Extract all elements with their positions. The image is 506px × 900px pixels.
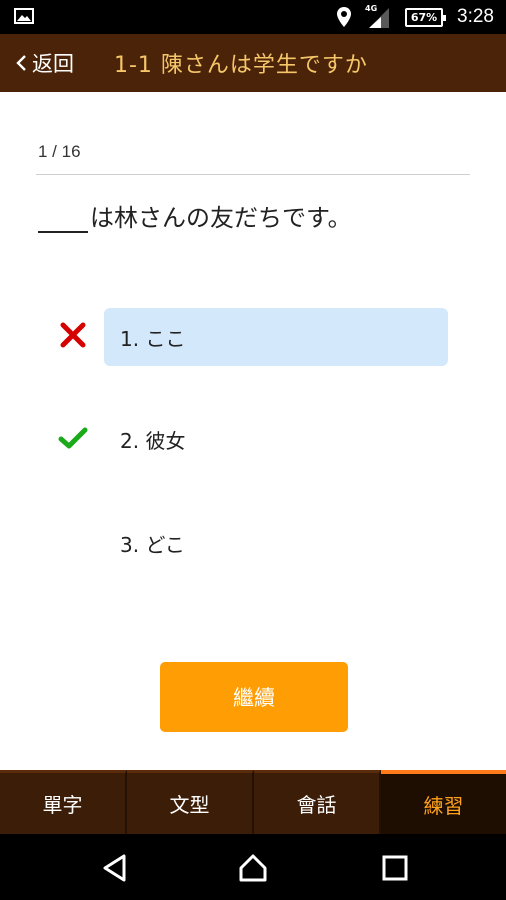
- divider: [36, 174, 470, 175]
- question-text: は林さんの友だちです。: [38, 198, 352, 233]
- choice-1[interactable]: 1. ここ: [104, 308, 448, 366]
- answer-blank: [38, 209, 88, 233]
- status-bar: 4G 67% 3:28: [0, 0, 506, 34]
- chevron-left-icon: [16, 55, 26, 71]
- choice-2[interactable]: 2. 彼女: [104, 410, 448, 468]
- home-icon[interactable]: [236, 851, 270, 885]
- tab-vocabulary-label: 單字: [42, 793, 83, 817]
- quiz-content: 1 / 16 は林さんの友だちです。 1. ここ 2. 彼女 3. どこ 繼續: [0, 92, 506, 770]
- tab-vocabulary[interactable]: 單字: [0, 770, 127, 834]
- check-icon: [58, 427, 88, 449]
- tab-bar: 單字 文型 會話 練習: [0, 770, 506, 834]
- tab-conversation-label: 會話: [296, 793, 337, 817]
- choice-3-label: 3. どこ: [120, 532, 185, 557]
- system-nav-bar: [0, 834, 506, 900]
- choice-3[interactable]: 3. どこ: [104, 514, 448, 572]
- page-title: 1-1 陳さんは学生ですか: [114, 53, 368, 78]
- tab-sentence-patterns[interactable]: 文型: [127, 770, 254, 834]
- question-progress: 1 / 16: [38, 142, 81, 161]
- question-sentence: は林さんの友だちです。: [90, 204, 352, 232]
- recents-icon[interactable]: [378, 851, 412, 885]
- choice-1-label: 1. ここ: [120, 326, 186, 351]
- location-icon: [337, 7, 352, 27]
- continue-button[interactable]: 繼續: [160, 662, 348, 732]
- tab-practice[interactable]: 練習: [381, 770, 506, 834]
- back-label: 返回: [32, 52, 74, 76]
- back-button[interactable]: 返回: [0, 34, 74, 92]
- choice-2-label: 2. 彼女: [120, 428, 186, 453]
- app-header: 返回 1-1 陳さんは学生ですか: [0, 34, 506, 92]
- battery-icon: 67%: [405, 7, 447, 27]
- battery-level: 67%: [410, 10, 438, 24]
- tab-practice-label: 練習: [423, 793, 464, 818]
- tab-sentence-patterns-label: 文型: [169, 793, 210, 817]
- signal-icon: 4G: [365, 4, 391, 28]
- tab-conversation[interactable]: 會話: [254, 770, 381, 834]
- cross-icon: [60, 322, 86, 348]
- image-icon: [14, 8, 34, 24]
- clock: 3:28: [457, 6, 494, 27]
- back-icon[interactable]: [98, 851, 132, 885]
